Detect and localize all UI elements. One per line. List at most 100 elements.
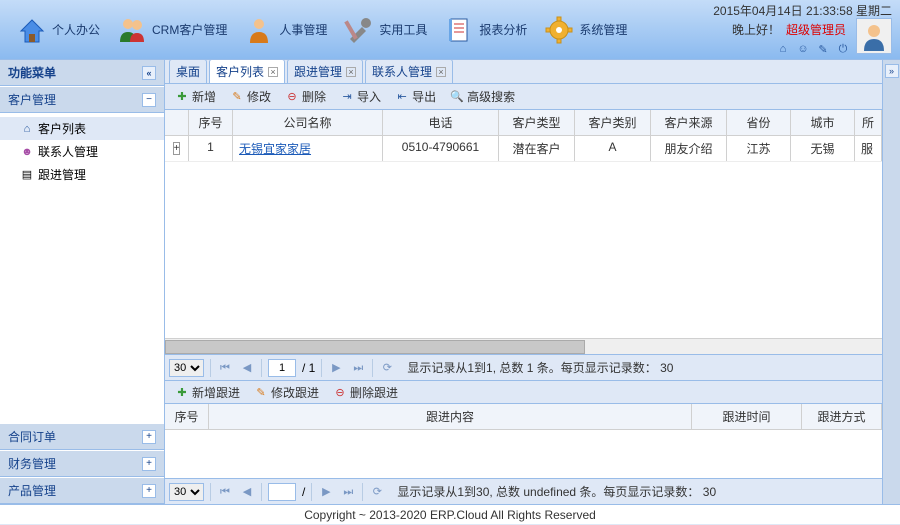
tab-customer-list[interactable]: 客户列表× xyxy=(209,59,285,83)
avatar[interactable] xyxy=(856,18,892,54)
sidebar-collapse-icon[interactable]: « xyxy=(142,66,156,80)
page-size-select[interactable]: 30 xyxy=(169,483,204,501)
sidebar: 功能菜单 « 客户管理 − ⌂客户列表 ☻联系人管理 ▤跟进管理 合同订单+ 财… xyxy=(0,60,165,504)
last-page-icon[interactable]: ⏭ xyxy=(350,360,366,376)
col-city[interactable]: 城市 xyxy=(791,110,855,135)
delete-button[interactable]: ⊖删除 xyxy=(279,86,332,107)
edit-button[interactable]: ✎修改 xyxy=(224,86,277,107)
company-link[interactable]: 无锡宜家家居 xyxy=(239,142,311,156)
close-icon[interactable]: × xyxy=(346,67,356,77)
subgrid-body xyxy=(165,430,882,478)
scol-content[interactable]: 跟进内容 xyxy=(209,404,692,429)
nav-system[interactable]: 系统管理 xyxy=(535,6,635,54)
tree-followup[interactable]: ▤跟进管理 xyxy=(0,163,164,186)
last-page-icon[interactable]: ⏭ xyxy=(340,484,356,500)
col-company[interactable]: 公司名称 xyxy=(233,110,383,135)
plus-icon: ✚ xyxy=(175,385,189,399)
prev-page-icon[interactable]: ◀ xyxy=(239,484,255,500)
add-button[interactable]: ✚新增 xyxy=(169,86,222,107)
tree: ⌂客户列表 ☻联系人管理 ▤跟进管理 xyxy=(0,113,164,423)
refresh-icon[interactable]: ⟳ xyxy=(369,484,385,500)
user-small-icon[interactable]: ☺ xyxy=(796,42,810,56)
doc-sm-icon: ▤ xyxy=(20,168,34,182)
accordion-finance[interactable]: 财务管理+ xyxy=(0,450,164,477)
next-page-icon[interactable]: ▶ xyxy=(328,360,344,376)
footer: Copyright ~ 2013-2020 ERP.Cloud All Righ… xyxy=(0,504,900,524)
refresh-icon[interactable]: ⟳ xyxy=(379,360,395,376)
delete-followup-button[interactable]: ⊖删除跟进 xyxy=(327,382,404,403)
page-size-select[interactable]: 30 xyxy=(169,359,204,377)
import-icon: ⇥ xyxy=(340,90,354,104)
customer-grid: 序号 公司名称 电话 客户类型 客户类别 客户来源 省份 城市 所 + 1 无锡… xyxy=(165,110,882,354)
nav-tools[interactable]: 实用工具 xyxy=(335,6,435,54)
right-collapse-icon[interactable]: » xyxy=(885,64,899,78)
plus-icon[interactable]: + xyxy=(142,457,156,471)
accordion-product[interactable]: 产品管理+ xyxy=(0,477,164,504)
col-last[interactable]: 所 xyxy=(855,110,882,135)
col-phone[interactable]: 电话 xyxy=(383,110,499,135)
scol-seq[interactable]: 序号 xyxy=(165,404,209,429)
tab-contact[interactable]: 联系人管理× xyxy=(365,59,453,83)
tab-followup[interactable]: 跟进管理× xyxy=(287,59,363,83)
people-sm-icon: ☻ xyxy=(20,145,34,159)
subgrid-header: 序号 跟进内容 跟进时间 跟进方式 xyxy=(165,404,882,430)
export-button[interactable]: ⇤导出 xyxy=(389,86,442,107)
row-expand-icon[interactable]: + xyxy=(173,142,181,155)
tab-desktop[interactable]: 桌面 xyxy=(169,59,207,83)
pager-bottom: 30 ⏮ ◀ / ▶ ⏭ ⟳ 显示记录从1到30, 总数 undefined 条… xyxy=(165,478,882,504)
tree-customer-list[interactable]: ⌂客户列表 xyxy=(0,117,164,140)
col-province[interactable]: 省份 xyxy=(727,110,791,135)
accordion-customer[interactable]: 客户管理 − xyxy=(0,86,164,113)
first-page-icon[interactable]: ⏮ xyxy=(217,360,233,376)
sub-toolbar: ✚新增跟进 ✎修改跟进 ⊖删除跟进 xyxy=(165,380,882,404)
scol-method[interactable]: 跟进方式 xyxy=(802,404,882,429)
home-sm-icon: ⌂ xyxy=(20,122,34,136)
col-ctype[interactable]: 客户类型 xyxy=(499,110,575,135)
col-source[interactable]: 客户来源 xyxy=(651,110,727,135)
page-input[interactable] xyxy=(268,483,296,501)
key-small-icon[interactable]: ✎ xyxy=(816,42,830,56)
scol-time[interactable]: 跟进时间 xyxy=(692,404,802,429)
datetime-label: 2015年04月14日 21:33:58 星期二 xyxy=(713,2,892,19)
advsearch-button[interactable]: 🔍高级搜索 xyxy=(444,86,521,107)
page-input[interactable] xyxy=(268,359,296,377)
next-page-icon[interactable]: ▶ xyxy=(318,484,334,500)
main-panel: 桌面 客户列表× 跟进管理× 联系人管理× ✚新增 ✎修改 ⊖删除 ⇥导入 ⇤导… xyxy=(165,60,882,504)
close-icon[interactable]: × xyxy=(436,67,446,77)
people-icon xyxy=(116,14,148,46)
plus-icon[interactable]: + xyxy=(142,484,156,498)
first-page-icon[interactable]: ⏮ xyxy=(217,484,233,500)
main-toolbar: ✚新增 ✎修改 ⊖删除 ⇥导入 ⇤导出 🔍高级搜索 xyxy=(165,84,882,110)
add-followup-button[interactable]: ✚新增跟进 xyxy=(169,382,246,403)
table-row[interactable]: + 1 无锡宜家家居 0510-4790661 潜在客户 A 朋友介绍 江苏 无… xyxy=(165,136,882,162)
pencil-icon: ✎ xyxy=(230,90,244,104)
plus-icon[interactable]: + xyxy=(142,430,156,444)
nav-personal[interactable]: 个人办公 xyxy=(8,6,108,54)
grid-header: 序号 公司名称 电话 客户类型 客户类别 客户来源 省份 城市 所 xyxy=(165,110,882,136)
minus-circle-icon: ⊖ xyxy=(285,90,299,104)
col-seq[interactable]: 序号 xyxy=(189,110,233,135)
h-scrollbar[interactable] xyxy=(165,338,882,354)
home-icon xyxy=(16,14,48,46)
search-icon: 🔍 xyxy=(450,90,464,104)
minus-icon[interactable]: − xyxy=(142,93,156,107)
tools-icon xyxy=(343,14,375,46)
gear-icon xyxy=(543,14,575,46)
edit-followup-button[interactable]: ✎修改跟进 xyxy=(248,382,325,403)
col-cclass[interactable]: 客户类别 xyxy=(575,110,651,135)
nav-report[interactable]: 报表分析 xyxy=(435,6,535,54)
tab-strip: 桌面 客户列表× 跟进管理× 联系人管理× xyxy=(165,60,882,84)
close-icon[interactable]: × xyxy=(268,67,278,77)
home-small-icon[interactable]: ⌂ xyxy=(776,42,790,56)
nav-hr[interactable]: 人事管理 xyxy=(235,6,335,54)
sidebar-title: 功能菜单 « xyxy=(0,60,164,86)
prev-page-icon[interactable]: ◀ xyxy=(239,360,255,376)
nav-crm[interactable]: CRM客户管理 xyxy=(108,6,235,54)
tree-contact[interactable]: ☻联系人管理 xyxy=(0,140,164,163)
logout-small-icon[interactable]: ⏻ xyxy=(836,42,850,56)
import-button[interactable]: ⇥导入 xyxy=(334,86,387,107)
right-collapse-strip[interactable]: » xyxy=(882,60,900,504)
scroll-thumb[interactable] xyxy=(165,340,585,354)
accordion-contract[interactable]: 合同订单+ xyxy=(0,423,164,450)
plus-icon: ✚ xyxy=(175,90,189,104)
